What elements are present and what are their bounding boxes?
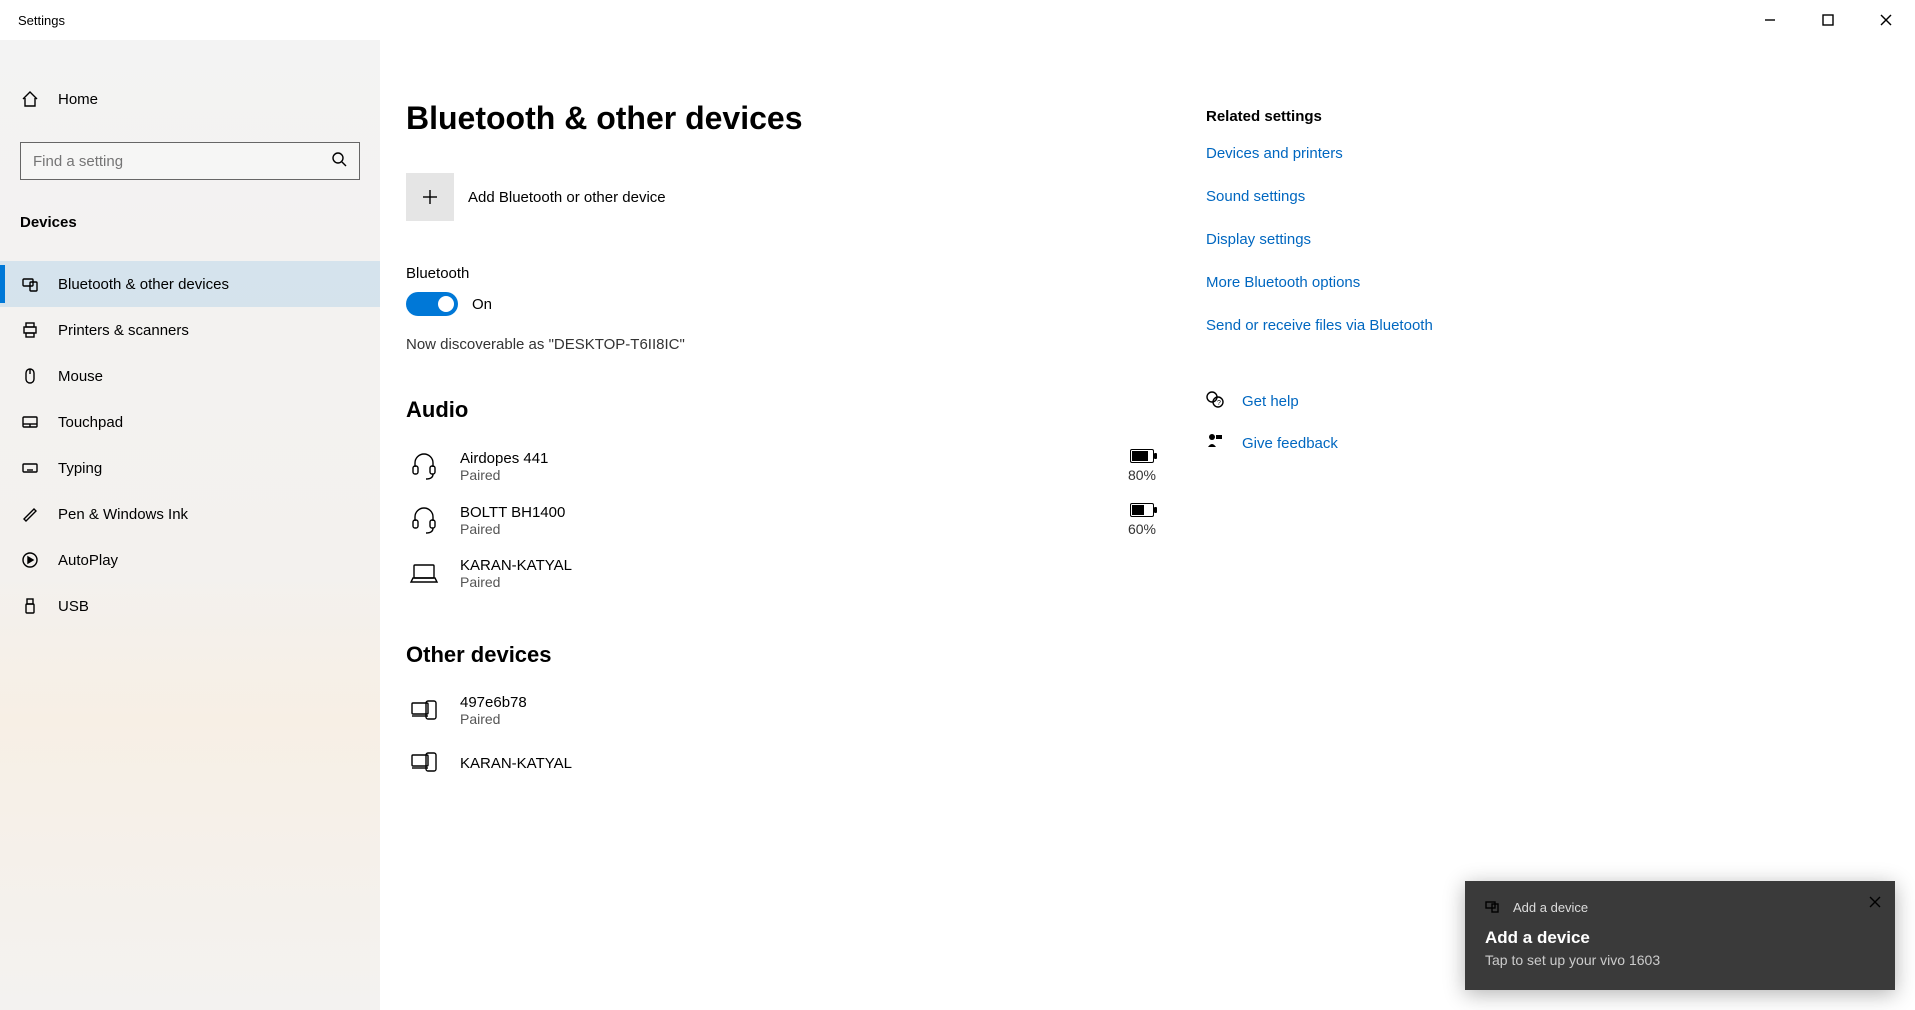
device-item[interactable]: KARAN-KATYAL Paired — [406, 547, 1196, 600]
device-type-icon — [406, 451, 442, 481]
printer-icon — [20, 321, 40, 339]
related-panel: Related settings Devices and printers Sou… — [1196, 100, 1433, 1010]
minimize-button[interactable] — [1741, 0, 1799, 40]
svg-text:?: ? — [1217, 400, 1221, 407]
other-device-list: 497e6b78 Paired KARAN-KATYAL — [406, 684, 1196, 789]
toast-header: Add a device — [1485, 899, 1875, 916]
close-button[interactable] — [1857, 0, 1915, 40]
related-link[interactable]: More Bluetooth options — [1206, 274, 1433, 291]
battery-indicator: 80% — [1128, 449, 1196, 483]
device-type-icon — [406, 747, 442, 779]
device-type-icon — [406, 558, 442, 590]
device-status: Paired — [460, 521, 565, 537]
help-label: Get help — [1242, 393, 1299, 410]
bluetooth-toggle[interactable] — [406, 292, 458, 316]
search-input[interactable] — [33, 153, 331, 170]
get-help-link[interactable]: ? Get help — [1206, 390, 1433, 412]
search-wrap — [0, 142, 380, 180]
related-link[interactable]: Display settings — [1206, 231, 1433, 248]
device-name: BOLTT BH1400 — [460, 504, 565, 521]
device-item[interactable]: BOLTT BH1400 Paired 60% — [406, 493, 1196, 547]
mouse-icon — [20, 367, 40, 385]
add-device-label: Add Bluetooth or other device — [468, 189, 666, 206]
toast-title: Add a device — [1485, 928, 1875, 948]
sidebar-home[interactable]: Home — [0, 78, 380, 120]
window-title: Settings — [18, 13, 65, 28]
nav-usb[interactable]: USB — [0, 583, 380, 629]
home-icon — [20, 90, 40, 108]
sidebar-section: Devices — [0, 202, 380, 243]
nav-label: Pen & Windows Ink — [58, 506, 188, 523]
nav-label: Mouse — [58, 368, 103, 385]
device-item[interactable]: Airdopes 441 Paired 80% — [406, 439, 1196, 493]
nav-label: Bluetooth & other devices — [58, 276, 229, 293]
device-status: Paired — [460, 711, 527, 727]
device-icon — [1485, 899, 1499, 916]
title-bar: Settings — [0, 0, 1915, 40]
device-status: Paired — [460, 467, 548, 483]
device-name: KARAN-KATYAL — [460, 755, 572, 772]
related-link[interactable]: Devices and printers — [1206, 145, 1433, 162]
audio-device-list: Airdopes 441 Paired 80% BOLTT BH1400 Pai… — [406, 439, 1196, 600]
nav-label: Typing — [58, 460, 102, 477]
bluetooth-devices-icon — [20, 275, 40, 293]
touchpad-icon — [20, 413, 40, 431]
device-name: Airdopes 441 — [460, 450, 548, 467]
device-name: KARAN-KATYAL — [460, 557, 572, 574]
device-type-icon — [406, 505, 442, 535]
other-heading: Other devices — [406, 642, 1196, 668]
sidebar: Home Devices Bluetooth & other devices P… — [0, 40, 380, 1010]
device-status: Paired — [460, 574, 572, 590]
toast-subtitle: Tap to set up your vivo 1603 — [1485, 952, 1875, 968]
device-item[interactable]: KARAN-KATYAL — [406, 737, 1196, 789]
battery-percent: 60% — [1128, 521, 1156, 537]
toast-notification[interactable]: Add a device Add a device Tap to set up … — [1465, 881, 1895, 990]
battery-indicator: 60% — [1128, 503, 1196, 537]
nav-bluetooth[interactable]: Bluetooth & other devices — [0, 261, 380, 307]
nav-label: USB — [58, 598, 89, 615]
nav-mouse[interactable]: Mouse — [0, 353, 380, 399]
related-link[interactable]: Sound settings — [1206, 188, 1433, 205]
help-icon: ? — [1206, 390, 1224, 412]
home-label: Home — [58, 91, 98, 108]
nav-touchpad[interactable]: Touchpad — [0, 399, 380, 445]
add-device-button[interactable]: Add Bluetooth or other device — [406, 173, 1196, 221]
feedback-icon — [1206, 432, 1224, 454]
battery-percent: 80% — [1128, 467, 1156, 483]
page-title: Bluetooth & other devices — [406, 100, 1196, 137]
plus-icon — [406, 173, 454, 221]
sidebar-nav: Bluetooth & other devices Printers & sca… — [0, 261, 380, 629]
toast-app: Add a device — [1513, 900, 1588, 915]
maximize-button[interactable] — [1799, 0, 1857, 40]
bluetooth-toggle-row: On — [406, 292, 1196, 316]
pen-icon — [20, 505, 40, 523]
nav-label: AutoPlay — [58, 552, 118, 569]
nav-printers[interactable]: Printers & scanners — [0, 307, 380, 353]
window-controls — [1741, 0, 1915, 40]
related-link[interactable]: Send or receive files via Bluetooth — [1206, 317, 1433, 334]
nav-typing[interactable]: Typing — [0, 445, 380, 491]
audio-heading: Audio — [406, 397, 1196, 423]
toast-close-button[interactable] — [1869, 895, 1881, 911]
toggle-state: On — [472, 296, 492, 313]
related-heading: Related settings — [1206, 108, 1433, 125]
nav-label: Touchpad — [58, 414, 123, 431]
nav-autoplay[interactable]: AutoPlay — [0, 537, 380, 583]
nav-label: Printers & scanners — [58, 322, 189, 339]
usb-icon — [20, 597, 40, 615]
device-type-icon — [406, 695, 442, 727]
discoverable-text: Now discoverable as "DESKTOP-T6II8IC" — [406, 336, 1196, 353]
bluetooth-label: Bluetooth — [406, 265, 1196, 282]
main-content: Bluetooth & other devices Add Bluetooth … — [380, 40, 1915, 1010]
nav-pen[interactable]: Pen & Windows Ink — [0, 491, 380, 537]
device-name: 497e6b78 — [460, 694, 527, 711]
feedback-label: Give feedback — [1242, 435, 1338, 452]
autoplay-icon — [20, 551, 40, 569]
related-links: Devices and printers Sound settings Displa… — [1206, 145, 1433, 334]
search-box[interactable] — [20, 142, 360, 180]
give-feedback-link[interactable]: Give feedback — [1206, 432, 1433, 454]
keyboard-icon — [20, 459, 40, 477]
search-icon — [331, 151, 347, 171]
device-item[interactable]: 497e6b78 Paired — [406, 684, 1196, 737]
